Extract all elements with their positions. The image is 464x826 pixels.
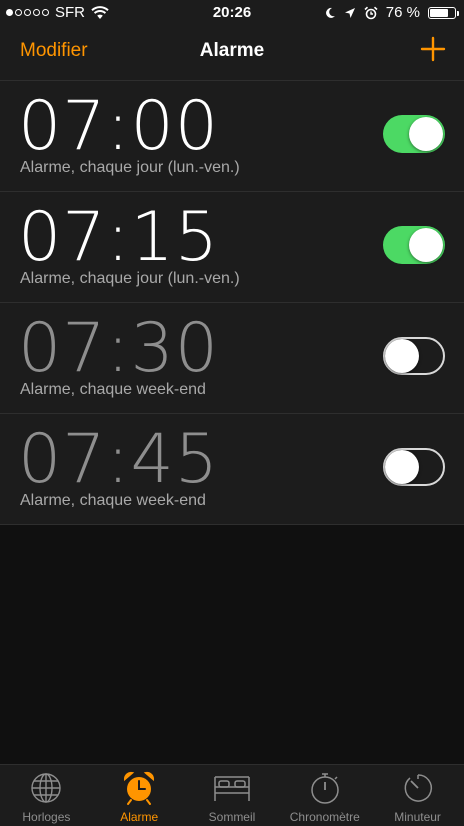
battery-percentage: 76 % — [385, 4, 420, 21]
tab-alarme[interactable]: Alarme — [93, 765, 186, 826]
stopwatch-icon — [311, 773, 339, 804]
alarm-status-icon — [364, 6, 378, 19]
alarm-row[interactable]: 07:45 Alarme, chaque week-end — [0, 414, 464, 525]
tab-label: Chronomètre — [289, 810, 360, 824]
alarm-time: 07:45 — [18, 420, 219, 499]
add-alarm-button[interactable] — [420, 36, 446, 62]
alarm-time: 07:30 — [18, 309, 219, 388]
tab-bar: Horloges Alarme Sommeil Chronomètre Minu… — [0, 764, 464, 826]
alarm-label: Alarme, chaque jour (lun.-ven.) — [20, 270, 240, 287]
alarm-label: Alarme, chaque jour (lun.-ven.) — [20, 159, 240, 176]
navigation-bar: Modifier Alarme — [0, 26, 464, 81]
alarm-label: Alarme, chaque week-end — [20, 492, 206, 509]
tab-horloges[interactable]: Horloges — [0, 765, 93, 826]
tab-label: Minuteur — [394, 810, 441, 824]
timer-icon — [404, 774, 432, 802]
location-arrow-icon — [344, 7, 355, 18]
alarm-time: 07:15 — [18, 198, 219, 277]
moon-icon — [325, 7, 335, 18]
tab-label: Horloges — [22, 810, 71, 824]
alarm-toggle[interactable] — [383, 448, 445, 486]
status-right: 76 % — [324, 4, 459, 21]
tab-label: Alarme — [120, 810, 159, 824]
toggle-knob — [385, 339, 419, 373]
tab-sommeil[interactable]: Sommeil — [186, 765, 279, 826]
bed-icon — [214, 776, 250, 801]
globe-icon — [31, 773, 62, 803]
alarm-toggle[interactable] — [383, 226, 445, 264]
alarm-list: 07:00 Alarme, chaque jour (lun.-ven.) 07… — [0, 81, 464, 525]
alarm-toggle[interactable] — [383, 337, 445, 375]
alarm-row[interactable]: 07:15 Alarme, chaque jour (lun.-ven.) — [0, 192, 464, 303]
alarm-clock-icon — [124, 771, 155, 805]
alarm-row[interactable]: 07:00 Alarme, chaque jour (lun.-ven.) — [0, 81, 464, 192]
toggle-knob — [385, 450, 419, 484]
alarm-label: Alarme, chaque week-end — [20, 381, 206, 398]
edit-button[interactable]: Modifier — [20, 40, 88, 62]
toggle-knob — [409, 117, 443, 151]
battery-fill — [430, 8, 449, 17]
battery-icon — [428, 6, 459, 19]
alarm-time: 07:00 — [18, 87, 219, 166]
toggle-knob — [409, 228, 443, 262]
status-bar: SFR 20:26 76 % — [0, 0, 464, 26]
alarm-row[interactable]: 07:30 Alarme, chaque week-end — [0, 303, 464, 414]
alarm-toggle[interactable] — [383, 115, 445, 153]
tab-chronometre[interactable]: Chronomètre — [278, 765, 371, 826]
tab-label: Sommeil — [208, 810, 256, 824]
tab-minuteur[interactable]: Minuteur — [371, 765, 464, 826]
